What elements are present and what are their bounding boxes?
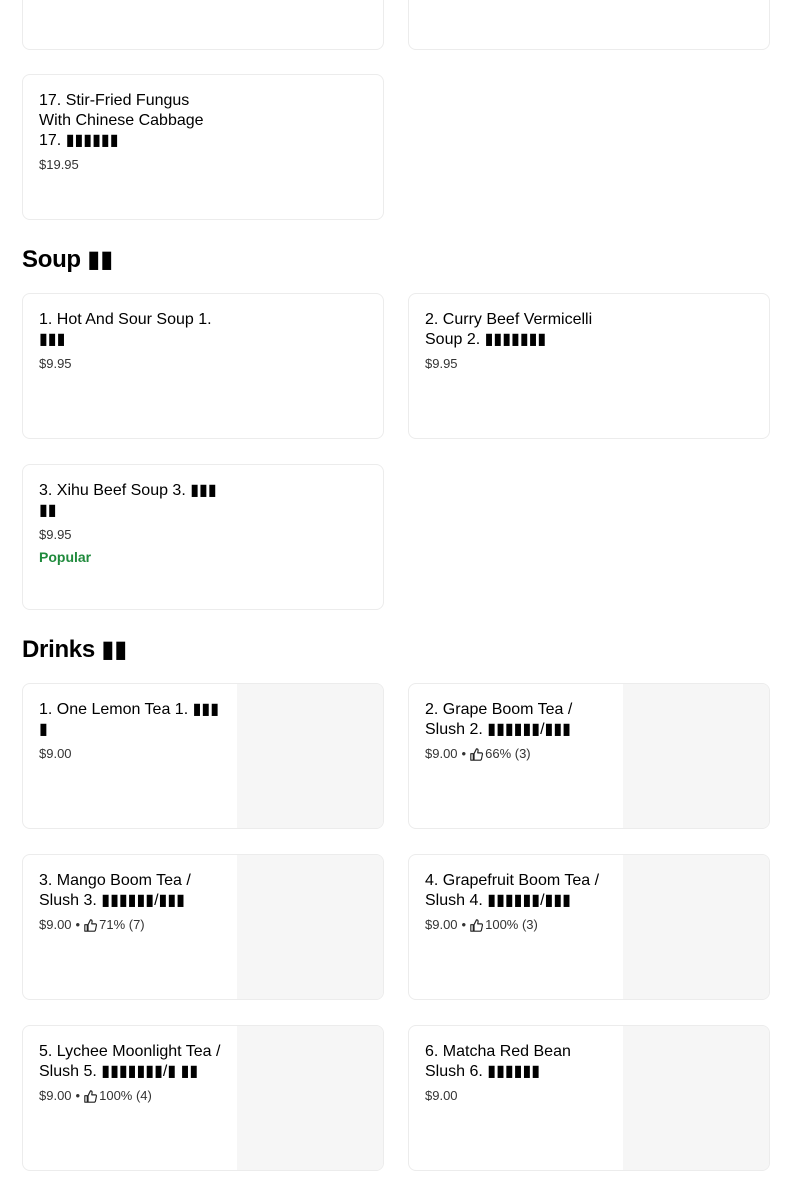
menu-item-card[interactable]: 3. Xihu Beef Soup 3. ▮▮▮ ▮▮ $9.95 Popula…: [22, 464, 384, 610]
menu-item-meta: $9.00: [425, 1088, 609, 1104]
menu-item-price: $9.00: [425, 746, 458, 761]
menu-item-meta: $19.95: [39, 157, 223, 173]
menu-item-text: 2. Grape Boom Tea / Slush 2. ▮▮▮▮▮▮/▮▮▮ …: [425, 700, 609, 762]
thumbs-up-icon: [84, 1089, 98, 1103]
menu-item-text: 1. Hot And Sour Soup 1. ▮▮▮ $9.95: [39, 310, 223, 372]
rating-value: 66% (3): [485, 746, 531, 761]
menu-item-image: [623, 684, 769, 828]
menu-item-price: $9.00: [39, 746, 72, 761]
rating-value: 100% (4): [99, 1088, 152, 1103]
menu-item-name: 2. Grape Boom Tea / Slush 2. ▮▮▮▮▮▮/▮▮▮: [425, 701, 573, 738]
separator: •: [461, 917, 467, 932]
menu-item-card[interactable]: 2. Grape Boom Tea / Slush 2. ▮▮▮▮▮▮/▮▮▮ …: [408, 683, 770, 829]
menu-item-name: 5. Lychee Moonlight Tea / Slush 5. ▮▮▮▮▮…: [39, 1043, 221, 1080]
menu-item-price: $9.00: [39, 917, 72, 932]
menu-item-name: 3. Mango Boom Tea / Slush 3. ▮▮▮▮▮▮/▮▮▮: [39, 872, 191, 909]
menu-item-text: 2. Curry Beef Vermicelli Soup 2. ▮▮▮▮▮▮▮…: [425, 310, 609, 372]
section-title-soup: Soup ▮▮: [22, 246, 113, 273]
menu-item-text: 6. Matcha Red Bean Slush 6. ▮▮▮▮▮▮ $9.00: [425, 1042, 609, 1104]
menu-item-meta: $9.00: [39, 746, 223, 762]
menu-item-text: 17. Stir-Fried Fungus With Chinese Cabba…: [39, 91, 223, 173]
thumbs-up-icon: [470, 918, 484, 932]
menu-item-card[interactable]: 17. Stir-Fried Fungus With Chinese Cabba…: [22, 74, 384, 220]
menu-item-meta: $9.95: [39, 527, 223, 543]
menu-item-price: $9.00: [425, 1088, 458, 1103]
menu-item-name: 17. Stir-Fried Fungus With Chinese Cabba…: [39, 92, 204, 149]
menu-item-text: 1. One Lemon Tea 1. ▮▮▮ ▮ $9.00: [39, 700, 223, 762]
menu-item-name: 1. One Lemon Tea 1. ▮▮▮ ▮: [39, 701, 219, 738]
menu-item-name: 4. Grapefruit Boom Tea / Slush 4. ▮▮▮▮▮▮…: [425, 872, 600, 909]
menu-item-price: $9.95: [39, 356, 72, 371]
thumbs-up-icon: [84, 918, 98, 932]
menu-item-price: $9.00: [39, 1088, 72, 1103]
separator: •: [75, 1088, 81, 1103]
menu-item-price: $9.95: [425, 356, 458, 371]
separator: •: [461, 746, 467, 761]
menu-item-image: [237, 1026, 383, 1170]
menu-item-meta: $9.95: [39, 356, 223, 372]
menu-item-name: 3. Xihu Beef Soup 3. ▮▮▮ ▮▮: [39, 482, 217, 519]
menu-item-meta: $9.00 • 66% (3): [425, 746, 609, 762]
menu-item-text: 3. Xihu Beef Soup 3. ▮▮▮ ▮▮ $9.95 Popula…: [39, 481, 223, 565]
menu-item-card[interactable]: 2. Curry Beef Vermicelli Soup 2. ▮▮▮▮▮▮▮…: [408, 293, 770, 439]
menu-item-name: 2. Curry Beef Vermicelli Soup 2. ▮▮▮▮▮▮▮: [425, 311, 593, 348]
menu-item-image: [237, 684, 383, 828]
popular-badge: Popular: [39, 549, 92, 565]
menu-item-name: 6. Matcha Red Bean Slush 6. ▮▮▮▮▮▮: [425, 1043, 571, 1080]
menu-item-meta: $9.00 • 100% (4): [39, 1088, 223, 1104]
thumbs-up-icon: [470, 747, 484, 761]
section-title-drinks: Drinks ▮▮: [22, 636, 128, 663]
menu-item-card-partial[interactable]: [22, 0, 384, 50]
separator: •: [75, 917, 81, 932]
menu-item-price: $9.95: [39, 527, 72, 542]
menu-item-meta: $9.00 • 71% (7): [39, 917, 223, 933]
menu-item-card[interactable]: 1. One Lemon Tea 1. ▮▮▮ ▮ $9.00: [22, 683, 384, 829]
menu-item-price: $9.00: [425, 917, 458, 932]
menu-item-price: $19.95: [39, 157, 79, 172]
menu-item-card[interactable]: 3. Mango Boom Tea / Slush 3. ▮▮▮▮▮▮/▮▮▮ …: [22, 854, 384, 1000]
menu-item-text: 4. Grapefruit Boom Tea / Slush 4. ▮▮▮▮▮▮…: [425, 871, 609, 933]
menu-item-meta: $9.00 • 100% (3): [425, 917, 609, 933]
menu-item-card[interactable]: 1. Hot And Sour Soup 1. ▮▮▮ $9.95: [22, 293, 384, 439]
menu-item-text: 5. Lychee Moonlight Tea / Slush 5. ▮▮▮▮▮…: [39, 1042, 223, 1104]
menu-item-image: [623, 855, 769, 999]
menu-item-card[interactable]: 6. Matcha Red Bean Slush 6. ▮▮▮▮▮▮ $9.00: [408, 1025, 770, 1171]
menu-item-card[interactable]: 5. Lychee Moonlight Tea / Slush 5. ▮▮▮▮▮…: [22, 1025, 384, 1171]
menu-item-image: [623, 1026, 769, 1170]
rating-value: 100% (3): [485, 917, 538, 932]
menu-page: 17. Stir-Fried Fungus With Chinese Cabba…: [0, 0, 804, 1192]
menu-item-name: 1. Hot And Sour Soup 1. ▮▮▮: [39, 311, 212, 348]
menu-item-text: 3. Mango Boom Tea / Slush 3. ▮▮▮▮▮▮/▮▮▮ …: [39, 871, 223, 933]
menu-item-meta: $9.95: [425, 356, 609, 372]
menu-item-card-partial[interactable]: [408, 0, 770, 50]
menu-item-card[interactable]: 4. Grapefruit Boom Tea / Slush 4. ▮▮▮▮▮▮…: [408, 854, 770, 1000]
menu-item-image: [237, 855, 383, 999]
rating-value: 71% (7): [99, 917, 145, 932]
